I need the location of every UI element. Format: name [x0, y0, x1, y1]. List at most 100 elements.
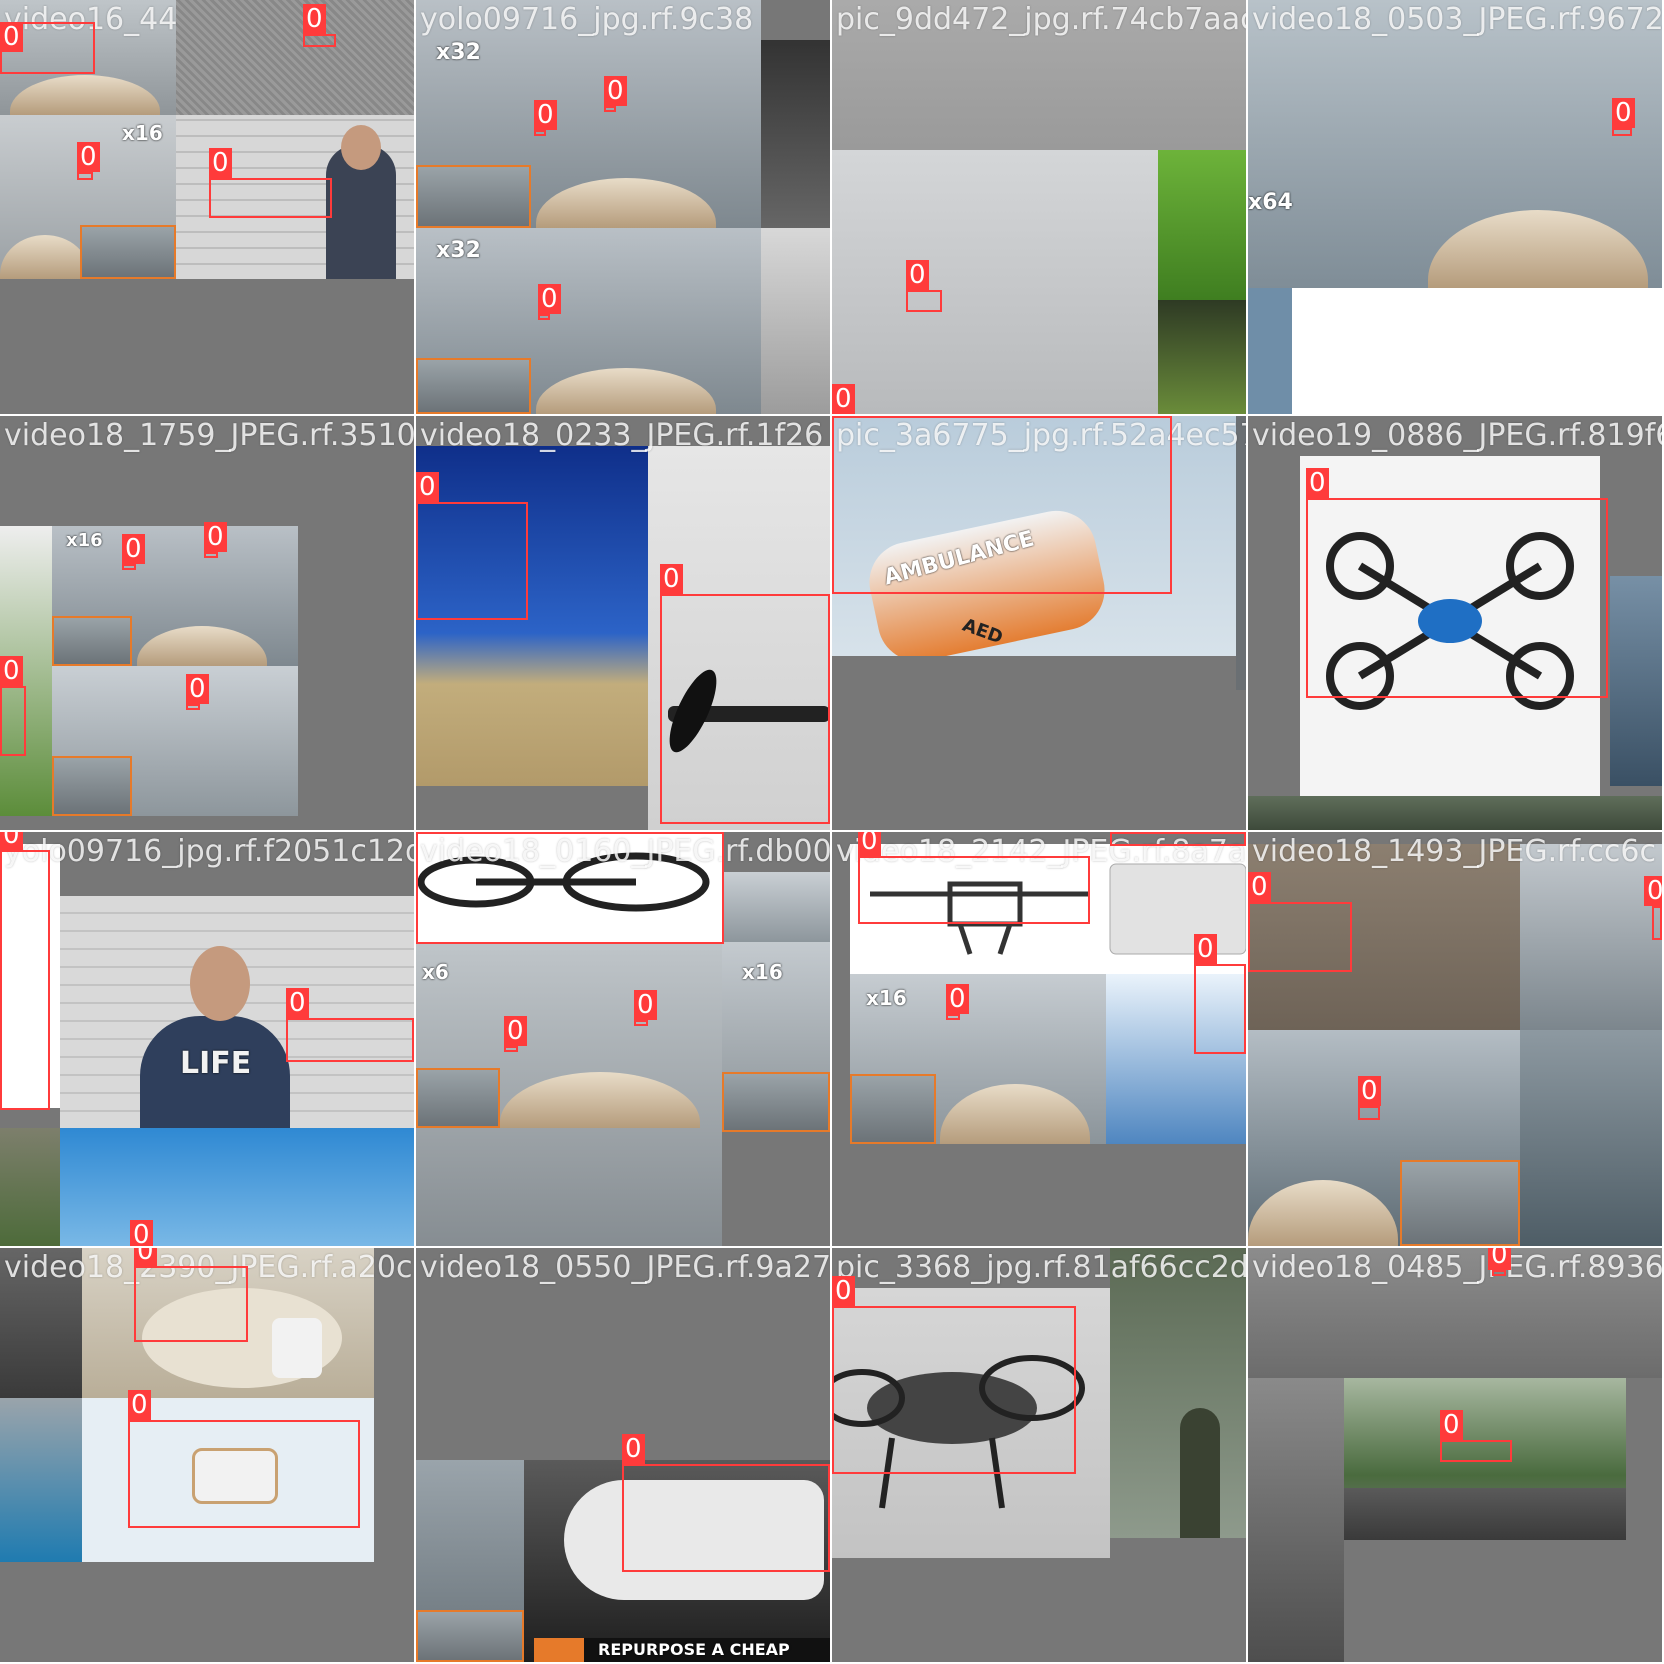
detection-box: [0, 850, 50, 1110]
image-tile: [761, 40, 830, 228]
detection-box: [832, 416, 1172, 594]
mosaic-cell: video18_2390_JPEG.rf.a20c 0 0: [0, 1248, 414, 1662]
detection-box: [1194, 964, 1246, 1054]
image-filename: video18_1759_JPEG.rf.3510: [4, 418, 414, 453]
detection-label: 0: [130, 1220, 153, 1246]
image-tile: x16: [722, 942, 830, 1132]
detection-box: [186, 704, 200, 710]
detection-label: 0: [0, 832, 23, 850]
detection-box: [416, 832, 724, 944]
detection-label: 0: [1358, 1076, 1381, 1106]
detection-label: 0: [204, 522, 227, 552]
detection-box: [1492, 1270, 1506, 1276]
image-tile: [1520, 1030, 1662, 1246]
detection-label: 0: [538, 284, 561, 314]
detection-box: [1440, 1440, 1512, 1462]
image-tile: [52, 666, 298, 816]
mosaic-cell: video19_0886_JPEG.rf.819f6 0: [1248, 416, 1662, 830]
image-tile: [832, 150, 1158, 414]
detection-label: 0: [303, 4, 326, 34]
detection-label: 0: [0, 656, 23, 686]
detection-box: [303, 34, 336, 47]
mosaic-cell: AMBULANCE AED pic_3a6775_jpg.rf.52a4ec57…: [832, 416, 1246, 830]
detection-label: 0: [1248, 872, 1271, 902]
detection-label: 0: [122, 534, 145, 564]
image-tile: [832, 0, 1246, 150]
mosaic-cell: x64 video18_0503_JPEG.rf.9672 0: [1248, 0, 1662, 414]
caption-text: REPURPOSE A CHEAP TOOL: [598, 1640, 790, 1659]
detection-label: 0: [1644, 876, 1662, 906]
image-tile: [1158, 300, 1246, 414]
detection-label: 0: [906, 260, 929, 290]
detection-label: 0: [1194, 934, 1217, 964]
image-tile: [1248, 796, 1662, 830]
zoom-overlay: x32: [436, 40, 481, 65]
shirt-text: LIFE: [180, 1046, 252, 1081]
detection-label: 0: [416, 472, 439, 502]
image-filename: video18_0550_JPEG.rf.9a272: [420, 1250, 830, 1285]
detection-label: 0: [504, 1016, 527, 1046]
detection-box: [204, 552, 218, 558]
detection-box: [504, 1046, 518, 1052]
detection-box: [858, 856, 1090, 924]
mosaic-cell: x16 video18_1759_JPEG.rf.3510 0 0 0 0: [0, 416, 414, 830]
zoom-overlay: x16: [122, 121, 163, 145]
image-filename: video19_0886_JPEG.rf.819f6: [1252, 418, 1662, 453]
detection-box: [622, 1464, 830, 1572]
image-tile: x16: [850, 974, 1106, 1144]
detection-box: [1612, 128, 1632, 136]
detection-label: 0: [128, 1390, 151, 1420]
image-tile: x16: [52, 526, 298, 666]
mosaic-cell: pic_9dd472_jpg.rf.74cb7aac39 0 0: [832, 0, 1246, 414]
detection-label: 0: [186, 674, 209, 704]
detection-label: 0: [286, 988, 309, 1018]
mosaic-cell: video18_0233_JPEG.rf.1f26 0 0: [416, 416, 830, 830]
detection-box: [77, 172, 93, 180]
detection-box: [946, 1014, 960, 1020]
detection-box: [832, 1306, 1076, 1474]
detection-box: [1110, 832, 1246, 846]
image-tile: [1248, 288, 1292, 414]
detection-box: [534, 130, 546, 136]
detection-box: [660, 594, 830, 824]
detection-box: [604, 106, 616, 112]
detection-box: [209, 178, 332, 218]
zoom-overlay: x6: [422, 960, 449, 984]
image-tile: [1110, 1248, 1246, 1538]
detection-label: 0: [1488, 1248, 1511, 1270]
detection-box: [1306, 498, 1608, 698]
image-tile: [1248, 1030, 1520, 1246]
detection-label: 0: [1440, 1410, 1463, 1440]
image-filename: yolo09716_jpg.rf.f2051c12d3: [4, 834, 414, 869]
detection-box: [122, 564, 136, 570]
detection-label: 0: [134, 1248, 157, 1266]
detection-label: 0: [209, 148, 232, 178]
image-tile: x64: [1248, 0, 1662, 288]
mosaic-cell: LIFE yolo09716_jpg.rf.f2051c12d3 0 0 0: [0, 832, 414, 1246]
image-tile: [1520, 844, 1662, 1030]
image-tile: [0, 1248, 82, 1398]
image-tile: [60, 1128, 414, 1246]
mosaic-cell: x6 x16 video18_0160_JPEG.rf.db00 0 0 0: [416, 832, 830, 1246]
zoom-overlay: x16: [66, 530, 103, 551]
detection-label: 0: [0, 22, 23, 52]
image-tile: [1610, 576, 1662, 786]
detection-label: 0: [832, 1276, 855, 1306]
mosaic-cell: pic_3368_jpg.rf.81af66cc2dc2 0: [832, 1248, 1246, 1662]
detection-label: 0: [1612, 98, 1635, 128]
image-tile: x6: [416, 942, 722, 1246]
image-tile: LIFE: [60, 896, 414, 1128]
image-tile: [761, 228, 830, 414]
detection-label: 0: [634, 990, 657, 1020]
image-tile: x32: [416, 228, 761, 414]
image-tile: x16: [0, 115, 176, 279]
detection-box: [1358, 1106, 1380, 1120]
detection-box: [286, 1018, 414, 1062]
detection-label: 0: [858, 832, 881, 856]
image-tile: x32: [416, 0, 761, 228]
image-tile: [0, 1398, 82, 1562]
detection-label: 0: [832, 384, 855, 414]
image-tile: [1292, 288, 1662, 414]
image-tile: [1158, 150, 1246, 300]
mosaic-cell: x32 x32 yolo09716_jpg.rf.9c38 0 0 0: [416, 0, 830, 414]
